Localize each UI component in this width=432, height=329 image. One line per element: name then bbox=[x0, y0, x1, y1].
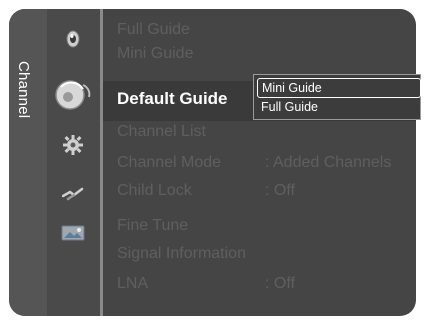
dropdown-option-mini-guide[interactable]: Mini Guide bbox=[257, 78, 421, 98]
image-icon[interactable] bbox=[61, 224, 85, 247]
menu-item-full-guide[interactable]: Full Guide bbox=[117, 21, 190, 39]
menu-item-fine-tune[interactable]: Fine Tune bbox=[117, 217, 188, 235]
menu-item-channel-mode[interactable]: Channel Mode bbox=[117, 154, 221, 172]
dropdown-option-full-guide[interactable]: Full Guide bbox=[257, 98, 419, 116]
default-guide-dropdown[interactable]: Mini Guide Full Guide bbox=[253, 74, 421, 120]
category-tab[interactable]: Channel bbox=[9, 9, 47, 316]
plug-icon[interactable] bbox=[61, 186, 84, 207]
menu-item-signal-information[interactable]: Signal Information bbox=[117, 245, 246, 263]
menu-value-child-lock: : Off bbox=[265, 182, 295, 199]
menu-item-channel-list[interactable]: Channel List bbox=[117, 123, 206, 141]
category-tab-label: Channel bbox=[15, 61, 32, 119]
gear-icon[interactable] bbox=[62, 134, 84, 161]
disc-icon[interactable] bbox=[63, 29, 83, 54]
menu-value-lna: : Off bbox=[265, 275, 295, 292]
menu-item-default-guide[interactable]: Default Guide bbox=[117, 89, 228, 109]
icon-column bbox=[47, 9, 100, 316]
menu-item-mini-guide[interactable]: Mini Guide bbox=[117, 45, 193, 63]
menu-item-lna[interactable]: LNA bbox=[117, 275, 148, 293]
menu-item-child-lock[interactable]: Child Lock bbox=[117, 182, 192, 200]
menu-value-channel-mode: : Added Channels bbox=[265, 154, 392, 171]
satellite-dish-icon[interactable] bbox=[53, 75, 93, 120]
osd-menu-panel: Channel Full Guide Mini Guide Default Gu… bbox=[9, 9, 416, 316]
menu-list: Full Guide Mini Guide Default Guide Chan… bbox=[103, 9, 416, 316]
